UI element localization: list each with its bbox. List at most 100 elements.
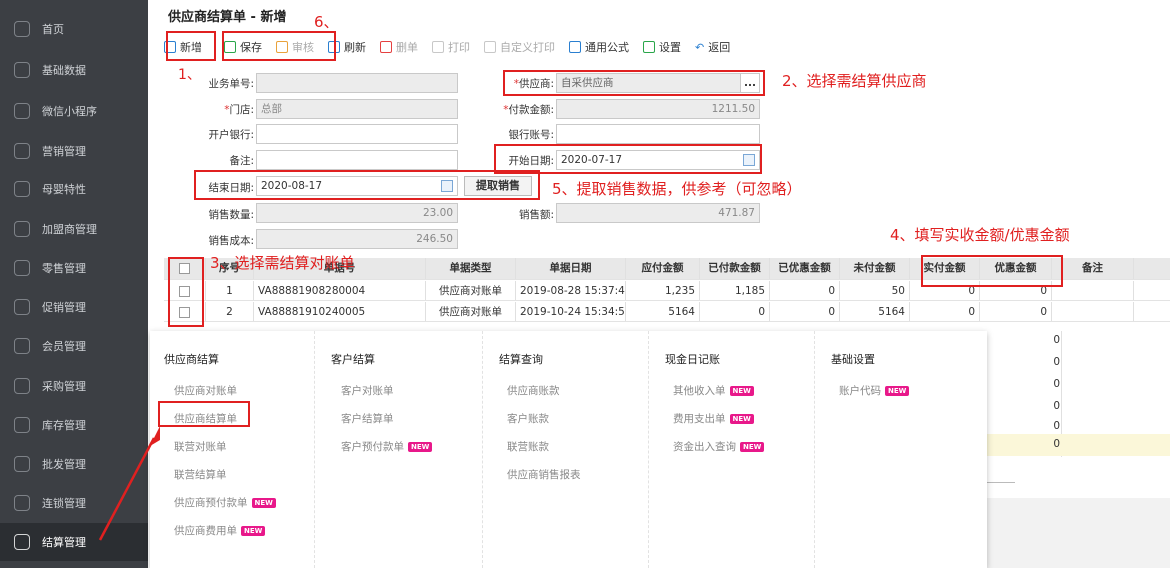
menu-item-supplier-sales-report[interactable]: 供应商销售报表 <box>507 467 581 482</box>
sidebar-item-label: 连锁管理 <box>42 497 86 510</box>
cell-remark[interactable] <box>1052 281 1134 300</box>
menu-column-supplier: 供应商结算 供应商对账单 供应商结算单 联营对账单 联营结算单 供应商预付款单 N… <box>150 331 315 568</box>
sidebar-item-label: 促销管理 <box>42 301 86 314</box>
table-row[interactable]: 2 VA88881910240005 供应商对账单 2019-10-24 15:… <box>164 302 1170 322</box>
formula-button[interactable]: 通用公式 <box>569 39 629 55</box>
menu-column-title: 结算查询 <box>499 353 543 366</box>
annotation-step2: 2、选择需结算供应商 <box>782 72 927 90</box>
cell-discount: 0 <box>1053 378 1060 390</box>
menu-item-supplier-prepay[interactable]: 供应商预付款单 NEW <box>174 495 276 510</box>
tag-icon <box>14 299 30 315</box>
sidebar-item-label: 零售管理 <box>42 262 86 275</box>
back-arrow-icon: ↶ <box>695 40 705 54</box>
cell-paid: 0 <box>700 302 770 321</box>
column-header[interactable]: 单据日期 <box>516 258 626 279</box>
settings-button[interactable]: 设置 <box>643 39 681 55</box>
remark-field[interactable] <box>256 150 458 170</box>
sidebar-item-basic-data[interactable]: 基础数据 <box>0 51 148 89</box>
column-header[interactable]: 应付金额 <box>626 258 700 279</box>
account-field[interactable] <box>556 124 760 144</box>
sidebar-item-miniprogram[interactable]: 微信小程序 <box>0 92 148 130</box>
grid-hidden-rows: 0 0 0 0 0 0 <box>987 331 1170 483</box>
cell-paid: 1,185 <box>700 281 770 300</box>
wholesale-icon <box>14 456 30 472</box>
menu-item-label: 客户预付款单 <box>341 441 404 453</box>
calculator-icon <box>569 41 581 53</box>
sidebar-item-home[interactable]: 首页 <box>0 10 148 48</box>
cell-doc-date: 2019-10-24 15:34:58 <box>516 302 626 321</box>
column-header[interactable]: 单据类型 <box>426 258 516 279</box>
column-header[interactable]: 已付款金额 <box>700 258 770 279</box>
sidebar-item-member[interactable]: 会员管理 <box>0 327 148 365</box>
menu-item-customer-settlement[interactable]: 客户结算单 <box>341 411 394 426</box>
doc-no-field[interactable] <box>256 73 458 93</box>
sidebar-item-wholesale[interactable]: 批发管理 <box>0 445 148 483</box>
annotation-step4: 4、填写实收金额/优惠金额 <box>890 226 1070 244</box>
refresh-button-label: 刷新 <box>344 41 366 54</box>
cell-doc-no: VA88881910240005 <box>254 302 426 321</box>
menu-item-other-income[interactable]: 其他收入单 NEW <box>673 383 754 398</box>
diamond-icon <box>14 143 30 159</box>
sidebar-item-label: 微信小程序 <box>42 105 97 118</box>
menu-item-account-code[interactable]: 账户代码 NEW <box>839 383 910 398</box>
back-button[interactable]: ↶ 返回 <box>695 39 730 55</box>
grid-total-row: 0 <box>987 434 1170 456</box>
sidebar-item-purchase[interactable]: 采购管理 <box>0 367 148 405</box>
sidebar-item-franchise[interactable]: 加盟商管理 <box>0 210 148 248</box>
sales-qty-field: 23.00 <box>256 203 458 223</box>
menu-item-customer-prepay[interactable]: 客户预付款单 NEW <box>341 439 433 454</box>
annotation-box-new <box>166 31 216 61</box>
menu-item-label: 供应商预付款单 <box>174 497 248 509</box>
page-title: 供应商结算单 - 新增 <box>168 10 287 25</box>
edit-settings-icon <box>643 41 655 53</box>
menu-column-title: 客户结算 <box>331 353 375 366</box>
column-header[interactable]: 已优惠金额 <box>770 258 840 279</box>
sidebar-item-promotion[interactable]: 促销管理 <box>0 288 148 326</box>
sidebar-item-label: 会员管理 <box>42 340 86 353</box>
menu-item-customer-account[interactable]: 客户账款 <box>507 411 549 426</box>
menu-column-query: 结算查询 供应商账款 客户账款 联营账款 供应商销售报表 <box>483 331 649 568</box>
column-header[interactable]: 未付金额 <box>840 258 910 279</box>
sidebar-item-chain[interactable]: 连锁管理 <box>0 484 148 522</box>
menu-item-joint-reconcile[interactable]: 联营对账单 <box>174 439 227 454</box>
sidebar-item-retail[interactable]: 零售管理 <box>0 249 148 287</box>
sidebar-item-marketing[interactable]: 营销管理 <box>0 132 148 170</box>
print-button-label: 打印 <box>448 41 470 54</box>
sidebar-item-baby[interactable]: 母婴特性 <box>0 170 148 208</box>
print-button[interactable]: 打印 <box>432 39 470 55</box>
menu-item-funds-query[interactable]: 资金出入查询 NEW <box>673 439 765 454</box>
menu-item-joint-settlement[interactable]: 联营结算单 <box>174 467 227 482</box>
menu-item-supplier-reconcile[interactable]: 供应商对账单 <box>174 383 237 398</box>
store-field[interactable]: 总部 <box>256 99 458 119</box>
menu-item-supplier-expense[interactable]: 供应商费用单 NEW <box>174 523 266 538</box>
menu-item-joint-account[interactable]: 联营账款 <box>507 439 549 454</box>
annotation-step1: 1、 <box>178 67 201 83</box>
sidebar-item-inventory[interactable]: 库存管理 <box>0 406 148 444</box>
new-badge: NEW <box>885 386 910 396</box>
menu-item-expense[interactable]: 费用支出单 NEW <box>673 411 754 426</box>
menu-item-customer-reconcile[interactable]: 客户对账单 <box>341 383 394 398</box>
cell-remark[interactable] <box>1052 302 1134 321</box>
chain-icon <box>14 495 30 511</box>
menu-column-title: 基础设置 <box>831 353 875 366</box>
pay-amount-label-text: 付款金额: <box>508 104 554 116</box>
cell-actual-pay[interactable]: 0 <box>910 302 980 321</box>
cell-doc-type: 供应商对账单 <box>426 281 516 300</box>
menu-column-customer: 客户结算 客户对账单 客户结算单 客户预付款单 NEW <box>315 331 483 568</box>
column-header[interactable]: 备注 <box>1052 258 1134 279</box>
sidebar-item-label: 母婴特性 <box>42 183 86 196</box>
delete-button[interactable]: 删单 <box>380 39 418 55</box>
menu-item-supplier-account[interactable]: 供应商账款 <box>507 383 560 398</box>
custom-print-button[interactable]: 自定义打印 <box>484 39 555 55</box>
back-button-label: 返回 <box>708 41 731 54</box>
sidebar-item-settlement[interactable]: 结算管理 <box>0 523 148 561</box>
annotation-box-supplier <box>503 70 765 96</box>
bank-field[interactable] <box>256 124 458 144</box>
annotation-step5: 5、提取销售数据，供参考（可忽略） <box>552 180 802 198</box>
custom-print-button-label: 自定义打印 <box>500 41 555 54</box>
pay-amount-field: 1211.50 <box>556 99 760 119</box>
sales-cost-label: 销售成本: <box>208 235 254 247</box>
cell-discount[interactable]: 0 <box>980 302 1052 321</box>
miniprogram-icon <box>14 103 30 119</box>
sales-qty-label: 销售数量: <box>208 209 254 221</box>
